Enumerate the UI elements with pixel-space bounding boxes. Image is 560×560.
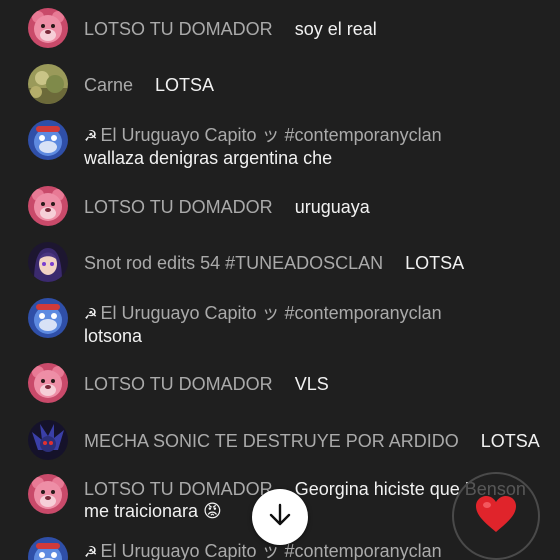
blue-character-avatar[interactable] xyxy=(28,537,68,560)
author-name[interactable]: MECHA SONIC TE DESTRUYE POR ARDIDO xyxy=(84,431,459,451)
hammer-sickle-icon: ☭ xyxy=(84,306,98,323)
message-text: uruguaya xyxy=(294,197,370,217)
lotso-bear-avatar[interactable] xyxy=(28,474,68,514)
lotso-bear-avatar[interactable] xyxy=(28,363,68,403)
blue-character-avatar[interactable] xyxy=(28,120,68,160)
chat-message: LOTSO TU DOMADOR uruguaya xyxy=(0,184,560,228)
author-name[interactable]: LOTSO TU DOMADOR xyxy=(84,374,273,394)
anime-girl-avatar[interactable] xyxy=(28,242,68,282)
message-line: Carne LOTSA xyxy=(84,74,214,96)
message-line-2: me traicionara 😡 xyxy=(84,500,222,522)
message-text-continued: me traicionara 😡 xyxy=(84,501,222,521)
chat-message: ☭ El Uruguayo Capito ッ #contemporanyclan … xyxy=(0,118,560,170)
message-line: LOTSO TU DOMADOR soy el real xyxy=(84,18,377,40)
message-text: lotsona xyxy=(84,326,143,346)
author-name[interactable]: El Uruguayo Capito ッ #contemporanyclan xyxy=(100,303,441,323)
reaction-heart-button[interactable] xyxy=(452,472,540,560)
chat-message: Snot rod edits 54 #TUNEADOSCLAN LOTSA xyxy=(0,240,560,284)
lotso-bear-avatar[interactable] xyxy=(28,8,68,48)
author-name[interactable]: El Uruguayo Capito ッ #contemporanyclan xyxy=(100,125,441,145)
message-line: Snot rod edits 54 #TUNEADOSCLAN LOTSA xyxy=(84,252,464,274)
message-text: VLS xyxy=(294,374,329,394)
chat-message: Carne LOTSA xyxy=(0,62,560,106)
message-line-2: wallaza denigras argentina che xyxy=(84,147,332,169)
message-line-2: lotsona xyxy=(84,325,142,347)
blue-character-avatar[interactable] xyxy=(28,298,68,338)
author-name[interactable]: LOTSO TU DOMADOR xyxy=(84,197,273,217)
arrow-down-icon xyxy=(267,502,293,533)
message-line: LOTSO TU DOMADOR uruguaya xyxy=(84,196,370,218)
author-name[interactable]: LOTSO TU DOMADOR xyxy=(84,479,273,499)
message-line: MECHA SONIC TE DESTRUYE POR ARDIDO LOTSA xyxy=(84,430,540,452)
message-line: LOTSO TU DOMADOR VLS xyxy=(84,373,329,395)
chat-message: MECHA SONIC TE DESTRUYE POR ARDIDO LOTSA xyxy=(0,418,560,462)
message-line: ☭ El Uruguayo Capito ッ #contemporanyclan xyxy=(84,302,464,326)
message-text: LOTSA xyxy=(155,75,215,95)
message-line: ☭ El Uruguayo Capito ッ #contemporanyclan xyxy=(84,124,464,148)
message-text: LOTSA xyxy=(480,431,540,451)
scroll-to-bottom-button[interactable] xyxy=(252,489,308,545)
message-text: soy el real xyxy=(294,19,377,39)
landscape-avatar[interactable] xyxy=(28,64,68,104)
hammer-sickle-icon: ☭ xyxy=(84,544,98,560)
hammer-sickle-icon: ☭ xyxy=(84,128,98,145)
author-name[interactable]: LOTSO TU DOMADOR xyxy=(84,19,273,39)
lotso-bear-avatar[interactable] xyxy=(28,186,68,226)
message-text: wallaza denigras argentina che xyxy=(84,148,333,168)
chat-message: ☭ El Uruguayo Capito ッ #contemporanyclan … xyxy=(0,296,560,348)
message-text: LOTSA xyxy=(405,253,465,273)
author-name[interactable]: Snot rod edits 54 #TUNEADOSCLAN xyxy=(84,253,383,273)
mecha-sonic-avatar[interactable] xyxy=(28,420,68,460)
chat-message: LOTSO TU DOMADOR soy el real xyxy=(0,6,560,50)
chat-message: LOTSO TU DOMADOR VLS xyxy=(0,361,560,405)
author-name[interactable]: Carne xyxy=(84,75,133,95)
heart-icon xyxy=(474,494,518,539)
